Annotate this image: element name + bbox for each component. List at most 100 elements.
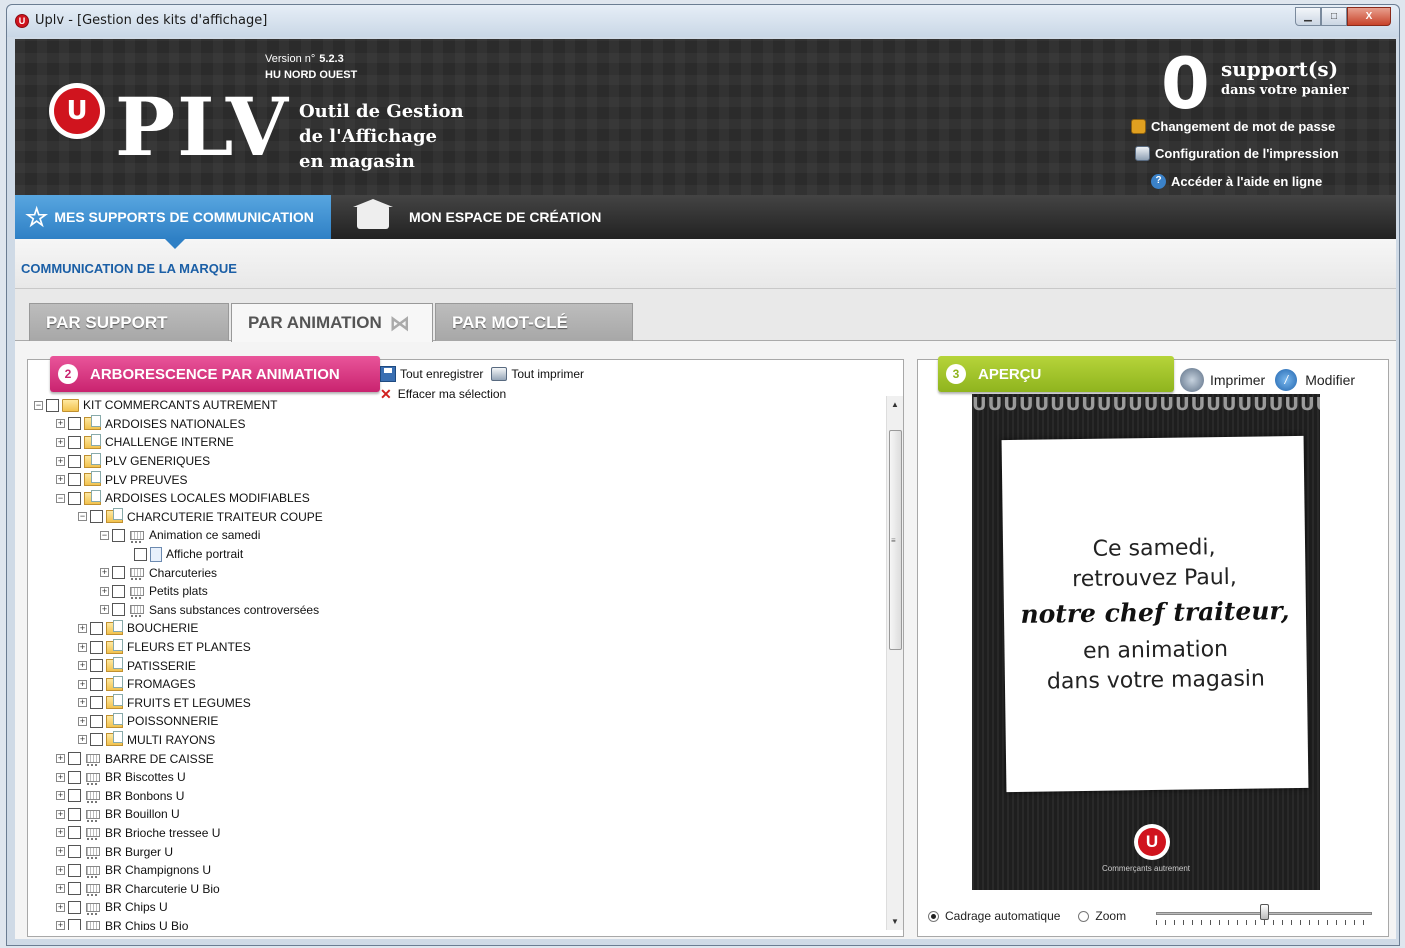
tree-node-label[interactable]: CHARCUTERIE TRAITEUR COUPE <box>127 510 323 524</box>
tree-node[interactable]: + BR Biscottes U <box>34 768 874 787</box>
print-config-link[interactable]: Configuration de l'impression <box>1135 146 1339 161</box>
tree-node-label[interactable]: FLEURS ET PLANTES <box>127 640 251 654</box>
online-help-link[interactable]: ? Accéder à l'aide en ligne <box>1151 174 1322 189</box>
tree-node[interactable]: + PATISSERIE <box>34 656 874 675</box>
expand-icon[interactable]: + <box>100 568 109 578</box>
tree-node[interactable]: − KIT COMMERCANTS AUTREMENT <box>34 396 874 415</box>
tree-node[interactable]: − Animation ce samedi <box>34 526 874 545</box>
tree-node[interactable]: + BARRE DE CAISSE <box>34 749 874 768</box>
collapse-icon[interactable]: − <box>100 530 109 540</box>
tree-node[interactable]: + PLV GENERIQUES <box>34 452 874 471</box>
expand-icon[interactable]: + <box>56 456 65 466</box>
expand-icon[interactable]: + <box>56 828 65 838</box>
expand-icon[interactable]: + <box>56 902 65 912</box>
expand-icon[interactable]: + <box>78 642 87 652</box>
zoom-radio[interactable] <box>1078 910 1090 922</box>
tree-node[interactable]: + CHALLENGE INTERNE <box>34 433 874 452</box>
cart-count[interactable]: 0 <box>1161 45 1210 123</box>
print-button[interactable]: Imprimer <box>1180 368 1265 392</box>
expand-icon[interactable]: + <box>56 419 65 429</box>
tree-node-label[interactable]: BR Chips U Bio <box>105 919 188 930</box>
tree-node[interactable]: − CHARCUTERIE TRAITEUR COUPE <box>34 508 874 527</box>
expand-icon[interactable]: + <box>56 921 65 930</box>
tree-node-label[interactable]: BR Champignons U <box>105 863 211 877</box>
tree-node[interactable]: + BR Chips U <box>34 898 874 917</box>
tree-node[interactable]: + BR Charcuterie U Bio <box>34 879 874 898</box>
tree-node-label[interactable]: MULTI RAYONS <box>127 733 215 747</box>
expand-icon[interactable]: + <box>56 754 65 764</box>
tree-node[interactable]: + PLV PREUVES <box>34 470 874 489</box>
cart-label[interactable]: support(s) <box>1221 57 1338 81</box>
tree-node-label[interactable]: BOUCHERIE <box>127 621 198 635</box>
tree-checkbox[interactable] <box>68 845 81 859</box>
tree-checkbox[interactable] <box>68 473 81 487</box>
tree-checkbox[interactable] <box>134 547 147 561</box>
tree-node-label[interactable]: BR Chips U <box>105 900 168 914</box>
tab-mes-supports[interactable]: ☆ MES SUPPORTS DE COMMUNICATION <box>15 195 331 239</box>
tree-checkbox[interactable] <box>68 770 81 784</box>
tree-checkbox[interactable] <box>68 435 81 449</box>
tree-checkbox[interactable] <box>68 491 81 505</box>
expand-icon[interactable]: + <box>78 661 87 671</box>
tree-checkbox[interactable] <box>90 714 103 728</box>
tree-node-label[interactable]: Petits plats <box>149 584 208 598</box>
tree-node-label[interactable]: BR Biscottes U <box>105 770 186 784</box>
tree-checkbox[interactable] <box>68 900 81 914</box>
tree-node-label[interactable]: PLV PREUVES <box>105 473 187 487</box>
tab-par-support[interactable]: PAR SUPPORT <box>29 303 229 341</box>
tree-node-label[interactable]: BR Bouillon U <box>105 807 180 821</box>
scroll-down-icon[interactable]: ▼ <box>891 917 899 926</box>
edit-button[interactable]: / Modifier <box>1275 369 1355 391</box>
tree-node-label[interactable]: ARDOISES NATIONALES <box>105 417 245 431</box>
expand-icon[interactable]: + <box>56 847 65 857</box>
tree-node-label[interactable]: Affiche portrait <box>166 547 243 561</box>
expand-icon[interactable]: + <box>78 679 87 689</box>
tree-node-label[interactable]: PATISSERIE <box>127 659 196 673</box>
maximize-button[interactable]: □ <box>1321 7 1347 26</box>
expand-icon[interactable]: + <box>78 716 87 726</box>
tree-checkbox[interactable] <box>112 566 125 580</box>
fit-auto-label[interactable]: Cadrage automatique <box>945 909 1060 923</box>
tree-node-label[interactable]: ARDOISES LOCALES MODIFIABLES <box>105 491 310 505</box>
collapse-icon[interactable]: − <box>34 400 43 410</box>
tree-node[interactable]: + POISSONNERIE <box>34 712 874 731</box>
tree-node-label[interactable]: BR Charcuterie U Bio <box>105 882 220 896</box>
tree-checkbox[interactable] <box>68 454 81 468</box>
tree-checkbox[interactable] <box>112 603 125 617</box>
tree-node[interactable]: + BR Burger U <box>34 842 874 861</box>
tree-checkbox[interactable] <box>68 863 81 877</box>
tree-checkbox[interactable] <box>68 919 81 930</box>
tree-node-label[interactable]: CHALLENGE INTERNE <box>105 435 234 449</box>
tree-checkbox[interactable] <box>90 677 103 691</box>
tab-par-mot-cle[interactable]: PAR MOT-CLÉ <box>435 303 633 341</box>
tree-node-label[interactable]: BARRE DE CAISSE <box>105 752 214 766</box>
tree-node-label[interactable]: Charcuteries <box>149 566 217 580</box>
tree-checkbox[interactable] <box>90 640 103 654</box>
tree-checkbox[interactable] <box>68 882 81 896</box>
section-title[interactable]: COMMUNICATION DE LA MARQUE <box>21 261 237 276</box>
expand-icon[interactable]: + <box>78 623 87 633</box>
tree-node[interactable]: + FRUITS ET LEGUMES <box>34 694 874 713</box>
tree-checkbox[interactable] <box>90 696 103 710</box>
tree-checkbox[interactable] <box>68 417 81 431</box>
expand-icon[interactable]: + <box>56 791 65 801</box>
tab-espace-creation[interactable]: MON ESPACE DE CRÉATION <box>345 195 645 239</box>
expand-icon[interactable]: + <box>100 605 109 615</box>
fit-auto-radio[interactable] <box>928 910 939 922</box>
tree-checkbox[interactable] <box>90 510 103 524</box>
expand-icon[interactable]: + <box>56 809 65 819</box>
tree-node-label[interactable]: BR Bonbons U <box>105 789 184 803</box>
zoom-label[interactable]: Zoom <box>1095 909 1126 923</box>
tree-node[interactable]: + ARDOISES NATIONALES <box>34 415 874 434</box>
print-all-button[interactable]: Tout imprimer <box>491 367 584 381</box>
tree-checkbox[interactable] <box>68 826 81 840</box>
tree-node[interactable]: Affiche portrait <box>34 545 874 564</box>
tree-checkbox[interactable] <box>112 584 125 598</box>
tree-checkbox[interactable] <box>90 659 103 673</box>
tree-checkbox[interactable] <box>46 398 59 412</box>
tree-node-label[interactable]: Animation ce samedi <box>149 528 260 542</box>
tree-node[interactable]: + MULTI RAYONS <box>34 731 874 750</box>
tree-node[interactable]: + BR Chips U Bio <box>34 917 874 930</box>
close-button[interactable]: X <box>1347 7 1391 26</box>
tree-node-label[interactable]: Sans substances controversées <box>149 603 319 617</box>
